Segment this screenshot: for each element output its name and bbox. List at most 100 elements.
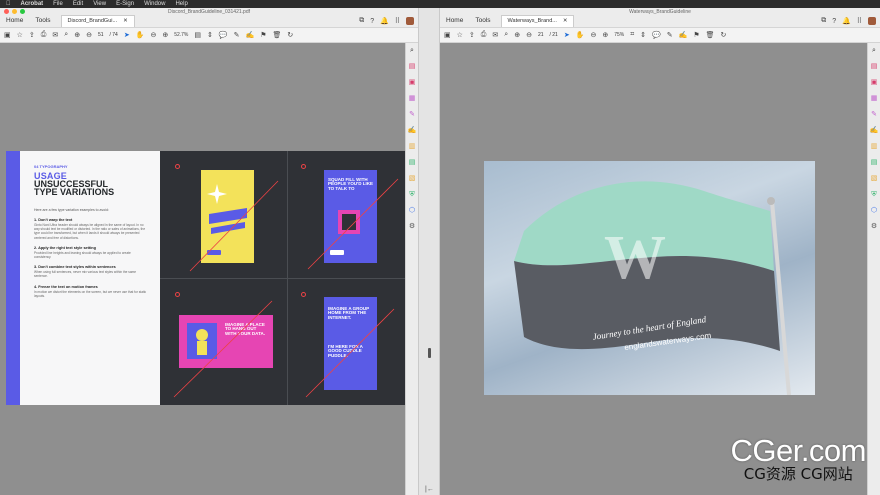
scan-icon[interactable]: ▧ — [868, 171, 880, 187]
protect-icon[interactable]: ⛨ — [868, 187, 880, 203]
avatar[interactable] — [868, 17, 876, 25]
scroll-mode-icon[interactable]: ⇕ — [640, 31, 646, 39]
comment-icon[interactable]: 💬 — [652, 31, 661, 39]
document-tab[interactable]: Discord_BrandGui... ✕ — [60, 15, 135, 27]
close-tab-icon[interactable]: ✕ — [123, 16, 128, 27]
scan-icon[interactable]: ▧ — [406, 171, 418, 187]
fill-sign-icon[interactable]: ✍ — [868, 123, 880, 139]
help-icon[interactable]: ? — [832, 18, 836, 25]
menu-file[interactable]: File — [53, 0, 63, 8]
split-divider[interactable]: |← — [418, 8, 440, 495]
document-tab[interactable]: Waterways_Brand... ✕ — [500, 15, 575, 27]
redact-icon[interactable]: ⬡ — [406, 203, 418, 219]
page-down-icon[interactable]: ⊖ — [86, 31, 92, 39]
organize-pages-icon[interactable]: ▦ — [868, 91, 880, 107]
tab-home[interactable]: Home — [0, 15, 29, 27]
mail-icon[interactable]: ✉ — [492, 31, 498, 39]
document-canvas[interactable]: 04 TYPOGRAPHY USAGE UNSUCCESSFUL TYPE VA… — [0, 43, 411, 495]
apps-grid-icon[interactable]: ⠿ — [395, 17, 400, 25]
page-number-input[interactable]: 21 — [538, 32, 544, 38]
sign-icon[interactable]: ✍ — [679, 31, 688, 39]
menu-window[interactable]: Window — [144, 0, 165, 8]
share-screen-icon[interactable]: ⧉ — [821, 17, 826, 25]
export-pdf-icon[interactable]: ▤ — [406, 59, 418, 75]
sign-icon[interactable]: ✍ — [245, 31, 254, 39]
zoom-out-icon[interactable]: ⊖ — [590, 31, 596, 39]
rotate-icon[interactable]: ↻ — [721, 31, 727, 39]
tab-home[interactable]: Home — [440, 15, 469, 27]
hand-tool-icon[interactable]: ✋ — [576, 31, 585, 39]
zoom-in-icon[interactable]: ⊕ — [602, 31, 608, 39]
more-tools-icon[interactable]: ⚙ — [406, 219, 418, 235]
zoom-window-button[interactable] — [20, 9, 25, 14]
delete-icon[interactable]: 🗑 — [706, 31, 715, 39]
share-screen-icon[interactable]: ⧉ — [359, 17, 364, 25]
bell-icon[interactable]: 🔔 — [842, 17, 851, 25]
more-tools-icon[interactable]: ⚙ — [868, 219, 880, 235]
create-pdf-icon[interactable]: ▣ — [406, 75, 418, 91]
export-pdf-icon[interactable]: ▤ — [868, 59, 880, 75]
scroll-mode-icon[interactable]: ⇕ — [207, 31, 213, 39]
menu-app-name[interactable]: Acrobat — [21, 0, 44, 8]
comment-icon[interactable]: 💬 — [219, 31, 228, 39]
zoom-level-select[interactable]: 75% — [614, 32, 624, 38]
delete-icon[interactable]: 🗑 — [272, 31, 281, 39]
stamp-icon[interactable]: ⚑ — [693, 31, 699, 39]
protect-icon[interactable]: ⛨ — [406, 187, 418, 203]
print-icon[interactable]: ⎙ — [41, 31, 47, 39]
comment-tool-icon[interactable]: ▥ — [868, 139, 880, 155]
zoom-icon[interactable]: ⌕ — [868, 43, 880, 59]
close-tab-icon[interactable]: ✕ — [563, 16, 568, 27]
print-icon[interactable]: ⎙ — [481, 31, 487, 39]
crop-icon[interactable]: ⌗ — [630, 31, 634, 39]
search-icon[interactable]: ⌕ — [64, 31, 68, 39]
select-tool-icon[interactable]: ➤ — [564, 31, 570, 39]
compress-icon[interactable]: ▤ — [868, 155, 880, 171]
tab-tools[interactable]: Tools — [29, 15, 56, 27]
rotate-icon[interactable]: ↻ — [287, 31, 293, 39]
zoom-out-icon[interactable]: ⊖ — [150, 31, 156, 39]
avatar[interactable] — [406, 17, 414, 25]
bookmark-star-icon[interactable]: ☆ — [457, 31, 463, 39]
menu-esign[interactable]: E-Sign — [116, 0, 134, 8]
save-icon[interactable]: ▣ — [444, 31, 451, 39]
create-pdf-icon[interactable]: ▣ — [868, 75, 880, 91]
save-icon[interactable]: ▣ — [4, 31, 11, 39]
highlight-icon[interactable]: ✎ — [234, 31, 240, 39]
compress-icon[interactable]: ▤ — [406, 155, 418, 171]
apps-grid-icon[interactable]: ⠿ — [857, 17, 862, 25]
redact-icon[interactable]: ⬡ — [868, 203, 880, 219]
page-down-icon[interactable]: ⊖ — [526, 31, 532, 39]
upload-icon[interactable]: ⇪ — [29, 31, 35, 39]
stamp-icon[interactable]: ⚑ — [260, 31, 266, 39]
mail-icon[interactable]: ✉ — [52, 31, 58, 39]
menu-edit[interactable]: Edit — [73, 0, 83, 8]
page-up-icon[interactable]: ⊕ — [514, 31, 520, 39]
apple-icon[interactable]:  — [6, 0, 11, 8]
highlight-icon[interactable]: ✎ — [667, 31, 673, 39]
document-canvas[interactable]: W Journey to the heart of England englan… — [440, 43, 868, 495]
bookmark-star-icon[interactable]: ☆ — [17, 31, 23, 39]
select-tool-icon[interactable]: ➤ — [124, 31, 130, 39]
hand-tool-icon[interactable]: ✋ — [136, 31, 145, 39]
zoom-level-select[interactable]: 52.7% — [174, 32, 188, 38]
fill-sign-icon[interactable]: ✍ — [406, 123, 418, 139]
zoom-in-icon[interactable]: ⊕ — [162, 31, 168, 39]
collapse-pane-icon[interactable]: |← — [425, 486, 434, 493]
help-icon[interactable]: ? — [370, 18, 374, 25]
tab-tools[interactable]: Tools — [469, 15, 496, 27]
zoom-icon[interactable]: ⌕ — [406, 43, 418, 59]
search-icon[interactable]: ⌕ — [504, 31, 508, 39]
upload-icon[interactable]: ⇪ — [469, 31, 475, 39]
page-number-input[interactable]: 51 — [98, 32, 104, 38]
comment-tool-icon[interactable]: ▥ — [406, 139, 418, 155]
bell-icon[interactable]: 🔔 — [380, 17, 389, 25]
page-up-icon[interactable]: ⊕ — [74, 31, 80, 39]
menu-help[interactable]: Help — [175, 0, 187, 8]
minimize-window-button[interactable] — [12, 9, 17, 14]
edit-pdf-icon[interactable]: ✎ — [406, 107, 418, 123]
close-window-button[interactable] — [4, 9, 9, 14]
fit-page-icon[interactable]: ▤ — [194, 31, 201, 39]
edit-pdf-icon[interactable]: ✎ — [868, 107, 880, 123]
divider-drag-handle[interactable] — [428, 348, 431, 358]
